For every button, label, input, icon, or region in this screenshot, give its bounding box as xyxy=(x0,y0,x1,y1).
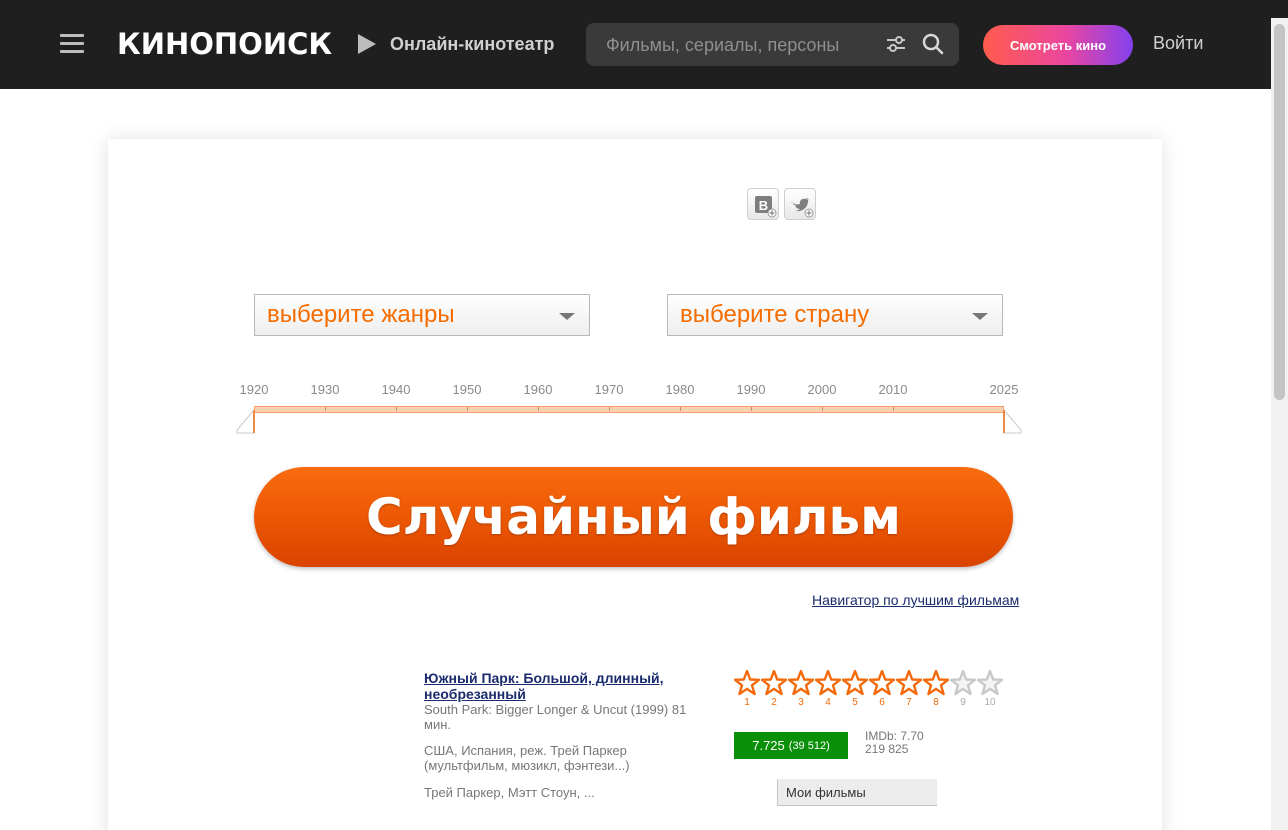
rating-stars: 1 2 3 4 5 6 7 8 9 10 xyxy=(734,670,1014,710)
rating-star-number: 8 xyxy=(933,697,939,708)
year-tick xyxy=(396,407,397,411)
year-label: 1950 xyxy=(452,382,482,397)
chevron-down-icon xyxy=(972,313,988,320)
imdb-rating-votes: 219 825 xyxy=(865,742,909,756)
star-icon xyxy=(950,670,976,696)
menu-icon[interactable] xyxy=(60,34,84,54)
watch-movies-button[interactable]: Смотреть кино xyxy=(983,25,1133,65)
film-original-title: South Park: Bigger Longer & Uncut (1999)… xyxy=(424,702,687,732)
rating-star-number: 1 xyxy=(744,697,750,708)
year-tick xyxy=(680,407,681,411)
year-tick xyxy=(467,407,468,411)
film-cast-link[interactable]: Трей Паркер, Мэтт Стоун, ... xyxy=(424,785,595,800)
country-select-label: выберите страну xyxy=(680,301,870,328)
rating-star-3[interactable]: 3 xyxy=(788,670,815,708)
film-title-link[interactable]: Южный Парк: Большой, длинный, необрезанн… xyxy=(424,670,714,702)
my-films-dropdown[interactable]: Мои фильмы xyxy=(777,779,937,806)
year-tick xyxy=(893,407,894,411)
year-label: 2025 xyxy=(989,382,1019,397)
twitter-share-button[interactable] xyxy=(784,188,816,220)
rating-star-2[interactable]: 2 xyxy=(761,670,788,708)
search-input[interactable] xyxy=(606,34,861,56)
year-tick xyxy=(325,407,326,411)
year-tick xyxy=(609,407,610,411)
year-label: 1930 xyxy=(310,382,340,397)
year-label: 2000 xyxy=(807,382,837,397)
star-icon xyxy=(761,670,787,696)
year-tick xyxy=(822,407,823,411)
year-label: 1960 xyxy=(523,382,553,397)
rating-star-5[interactable]: 5 xyxy=(842,670,869,708)
year-label: 1980 xyxy=(665,382,695,397)
chevron-down-icon xyxy=(559,313,575,320)
top-header: КИНОПОИСК Онлайн-кинотеатр Смотреть кино… xyxy=(0,0,1288,89)
star-icon xyxy=(896,670,922,696)
online-cinema-label: Онлайн-кинотеатр xyxy=(390,33,555,54)
rating-star-number: 5 xyxy=(852,697,858,708)
rating-star-7[interactable]: 7 xyxy=(896,670,923,708)
rating-star-1[interactable]: 1 xyxy=(734,670,761,708)
rating-star-number: 2 xyxy=(771,697,777,708)
rating-star-number: 10 xyxy=(984,697,996,708)
rating-star-number: 7 xyxy=(906,697,912,708)
year-from-handle[interactable] xyxy=(236,410,256,434)
genre-select[interactable]: выберите жанры xyxy=(254,294,590,336)
login-link[interactable]: Войти xyxy=(1153,33,1203,54)
film-info: США, Испания, реж. Трей Паркер (мультфил… xyxy=(424,743,630,773)
year-label: 1920 xyxy=(239,382,269,397)
imdb-rating: IMDb: 7.70 219 825 xyxy=(865,730,924,756)
kinopoisk-rating-votes: (39 512) xyxy=(788,739,830,752)
kinopoisk-rating-badge: 7.725 (39 512) xyxy=(734,732,848,759)
year-to-handle[interactable] xyxy=(1002,410,1022,434)
star-icon xyxy=(977,670,1003,696)
rating-star-number: 4 xyxy=(825,697,831,708)
filter-icon[interactable] xyxy=(886,34,906,54)
vk-icon: B xyxy=(755,196,777,218)
year-label: 1990 xyxy=(736,382,766,397)
genre-select-label: выберите жанры xyxy=(267,301,455,328)
rating-star-number: 9 xyxy=(960,697,966,708)
year-tick xyxy=(538,407,539,411)
rating-star-9[interactable]: 9 xyxy=(950,670,977,708)
star-icon xyxy=(815,670,841,696)
star-icon xyxy=(788,670,814,696)
year-tick xyxy=(751,407,752,411)
scrollbar-thumb[interactable] xyxy=(1274,24,1285,400)
country-select[interactable]: выберите страну xyxy=(667,294,1003,336)
star-icon xyxy=(869,670,895,696)
rating-star-6[interactable]: 6 xyxy=(869,670,896,708)
twitter-bird-icon xyxy=(791,198,814,218)
rating-star-4[interactable]: 4 xyxy=(815,670,842,708)
kinopoisk-logo[interactable]: КИНОПОИСК xyxy=(117,27,332,61)
star-icon xyxy=(923,670,949,696)
best-films-navigator-link[interactable]: Навигатор по лучшим фильмам xyxy=(812,592,1019,608)
rating-star-number: 3 xyxy=(798,697,804,708)
vk-share-button[interactable]: B xyxy=(747,188,779,220)
year-range-track[interactable] xyxy=(254,406,1004,413)
star-icon xyxy=(842,670,868,696)
star-icon xyxy=(734,670,760,696)
rating-star-number: 6 xyxy=(879,697,885,708)
rating-star-10[interactable]: 10 xyxy=(977,670,1004,708)
kinopoisk-rating-value: 7.725 xyxy=(752,738,785,753)
year-label: 2010 xyxy=(878,382,908,397)
random-film-button[interactable]: Случайный фильм xyxy=(254,467,1013,567)
year-label: 1970 xyxy=(594,382,624,397)
year-label: 1940 xyxy=(381,382,411,397)
online-cinema-link[interactable]: Онлайн-кинотеатр xyxy=(358,32,554,56)
svg-text:B: B xyxy=(759,198,768,213)
search-icon[interactable] xyxy=(922,33,944,55)
rating-star-8[interactable]: 8 xyxy=(923,670,950,708)
play-icon xyxy=(358,34,376,54)
